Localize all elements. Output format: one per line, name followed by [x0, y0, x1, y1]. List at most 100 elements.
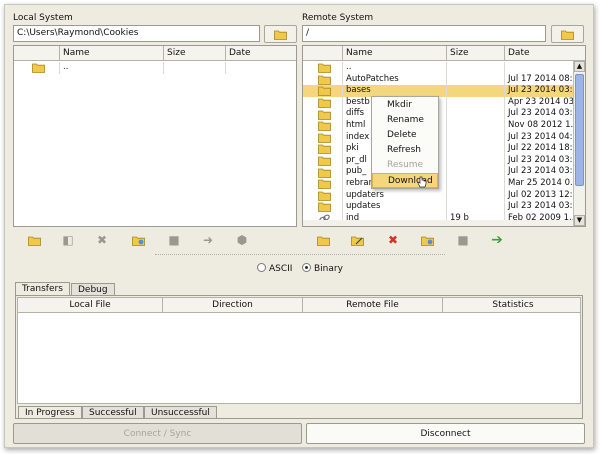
ascii-radio[interactable]: ASCII [257, 263, 292, 274]
transfer-col-statistics[interactable]: Statistics [443, 298, 583, 313]
upload-arrow-icon[interactable]: ➜ [201, 233, 215, 247]
scroll-down-icon[interactable]: ▼ [574, 215, 585, 226]
local-resume-icon[interactable]: ■ [167, 233, 181, 247]
folder-icon [317, 179, 331, 190]
remote-table-row[interactable]: html Nov 08 2012 1... [303, 120, 585, 132]
scroll-thumb[interactable] [575, 74, 584, 186]
remote-row-date: Jul 23 2014 03:... [508, 85, 575, 96]
remote-col-size[interactable]: Size [447, 46, 505, 61]
remote-vertical-scrollbar[interactable]: ▲ ▼ [573, 61, 585, 226]
remote-row-size [447, 154, 505, 167]
folder-icon [317, 87, 331, 97]
tab-transfers[interactable]: Transfers [15, 282, 70, 296]
remote-table-row[interactable]: bases Jul 23 2014 03:... [303, 85, 585, 97]
remote-row-date: Jul 17 2014 08:... [508, 73, 575, 84]
menu-item-refresh[interactable]: Refresh [372, 143, 438, 158]
remote-rename-icon[interactable] [350, 233, 364, 247]
download-arrow-icon[interactable]: ➔ [490, 232, 504, 248]
local-path-input[interactable]: C:\Users\Raymond\Cookies [13, 25, 260, 42]
tab-in-progress[interactable]: In Progress [18, 406, 82, 419]
folder-icon [317, 191, 331, 201]
transfer-table: Local File Direction Remote File Statist… [17, 297, 581, 404]
folder-icon [317, 110, 331, 120]
local-table-row[interactable]: .. [14, 62, 296, 74]
disconnect-button[interactable]: Disconnect [306, 423, 585, 444]
remote-row-size [447, 143, 505, 155]
transfer-col-remote-file[interactable]: Remote File [303, 298, 443, 313]
remote-table-row[interactable]: pub_ Jul 23 2014 03:... [303, 166, 585, 178]
remote-row-name: updates [343, 201, 447, 213]
remote-row-size [447, 178, 505, 190]
local-col-name[interactable]: Name [60, 46, 164, 61]
scroll-up-icon[interactable]: ▲ [574, 61, 585, 72]
remote-table-row[interactable]: updates Jul 23 2014 03:... [303, 201, 585, 213]
folder-icon [317, 203, 331, 213]
remote-col-date[interactable]: Date [505, 46, 585, 61]
remote-delete-icon[interactable]: ✖ [386, 233, 400, 247]
folder-icon [561, 30, 574, 40]
remote-resume-icon[interactable]: ■ [456, 233, 470, 247]
remote-table-row[interactable]: updaters Jul 02 2013 12:... [303, 189, 585, 202]
remote-table-row[interactable]: index Jul 23 2014 04:... [303, 131, 585, 144]
remote-system-label: Remote System [302, 13, 374, 23]
remote-mkdir-icon[interactable] [316, 233, 330, 247]
context-menu: Mkdir Rename Delete Refresh Resume Downl… [371, 96, 439, 189]
remote-row-date: Jul 23 2014 03:... [508, 154, 575, 165]
remote-horizontal-scrollbar[interactable] [303, 220, 573, 226]
remote-refresh-icon[interactable] [420, 233, 434, 247]
remote-browse-button[interactable] [551, 25, 584, 43]
local-rename-icon[interactable]: ◧ [61, 233, 75, 247]
remote-file-table: Name Size Date .. AutoPatches Jul 17 2014 … [302, 45, 586, 227]
remote-table-row[interactable]: diffs Jul 23 2014 03:... [303, 108, 585, 120]
folder-icon [317, 75, 331, 85]
folder-icon [317, 133, 331, 143]
tab-unsuccessful[interactable]: Unsuccessful [144, 406, 217, 419]
transfer-col-direction[interactable]: Direction [163, 298, 303, 313]
local-mkdir-icon[interactable] [27, 233, 41, 247]
local-stop-icon[interactable]: ⬢ [235, 233, 249, 247]
remote-row-size [447, 96, 505, 109]
remote-row-size [447, 201, 505, 213]
transfer-col-local-file[interactable]: Local File [18, 298, 163, 313]
local-col-date[interactable]: Date [226, 46, 296, 61]
folder-icon [317, 121, 331, 132]
local-row-date [226, 62, 296, 74]
tab-successful[interactable]: Successful [82, 406, 144, 419]
remote-table-row[interactable]: AutoPatches Jul 17 2014 08:... [303, 73, 585, 86]
remote-row-size [447, 85, 505, 97]
connect-sync-button[interactable]: Connect / Sync [13, 423, 302, 444]
remote-row-size [447, 189, 505, 202]
remote-table-row[interactable]: pki Jul 22 2014 18:... [303, 143, 585, 155]
remote-row-date: Apr 23 2014 03:... [508, 96, 575, 107]
folder-icon [317, 168, 331, 178]
remote-col-name[interactable]: Name [343, 46, 447, 61]
folder-icon [317, 98, 331, 108]
remote-row-date: Jul 23 2014 03:... [508, 166, 575, 177]
remote-table-row[interactable]: bestbApr 23 2014 03:... [303, 96, 585, 109]
remote-table-row[interactable]: pr_dl Jul 23 2014 03:... [303, 154, 585, 167]
menu-item-resume[interactable]: Resume [372, 158, 438, 173]
local-col-size[interactable]: Size [164, 46, 226, 61]
local-row-size [164, 62, 226, 74]
remote-row-date: Jul 02 2013 12:... [508, 189, 575, 200]
remote-table-row[interactable]: .. [303, 62, 585, 74]
remote-row-date: Nov 08 2012 1... [508, 120, 575, 130]
remote-row-size [447, 62, 505, 74]
folder-icon [317, 145, 331, 155]
remote-table-row[interactable]: rebranding Mar 25 2014 0... [303, 178, 585, 190]
binary-radio[interactable]: Binary [302, 263, 343, 274]
remote-row-size [447, 73, 505, 86]
remote-row-size [447, 108, 505, 120]
remote-row-date: Jul 23 2014 04:... [508, 131, 575, 142]
remote-row-name: AutoPatches [343, 73, 447, 86]
remote-path-input[interactable]: / [302, 25, 546, 42]
local-refresh-icon[interactable] [131, 233, 145, 247]
local-table-header: Name Size Date [14, 46, 296, 61]
remote-row-date: Jul 23 2014 03:... [508, 108, 575, 119]
menu-item-download[interactable]: Download [372, 173, 438, 188]
menu-item-rename[interactable]: Rename [372, 113, 438, 128]
menu-item-mkdir[interactable]: Mkdir [372, 98, 438, 113]
local-delete-icon[interactable]: ✖ [95, 233, 109, 247]
menu-item-delete[interactable]: Delete [372, 128, 438, 143]
local-browse-button[interactable] [264, 25, 297, 43]
